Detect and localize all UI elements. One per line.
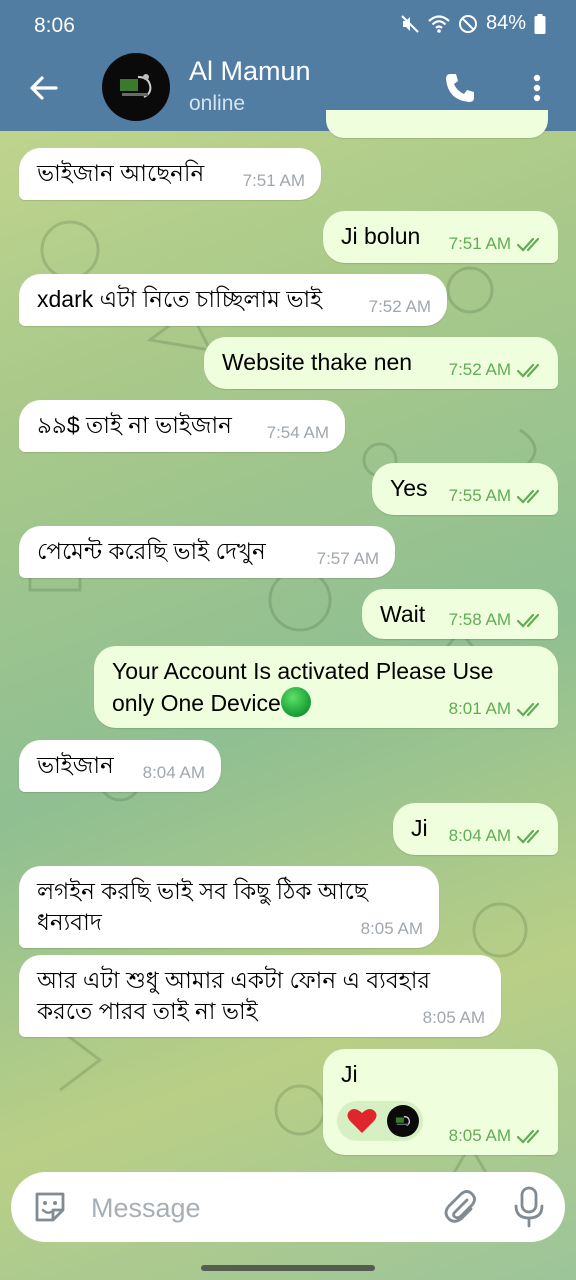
message-time: 8:01 AM xyxy=(448,699,511,718)
message-line: Your Account Is activated Please Use xyxy=(112,658,494,684)
message-input[interactable] xyxy=(91,1190,421,1226)
message-text: Website thake nen xyxy=(222,349,413,375)
message-time: 8:05 AM xyxy=(360,919,423,938)
message-bubble-incoming[interactable]: xdark এটা নিতে চাচ্ছিলাম ভাই 7:52 AM xyxy=(19,274,447,326)
status-icons: 84% xyxy=(400,12,546,35)
message-bubble-outgoing[interactable]: Ji bolun 7:51 AM xyxy=(323,211,558,263)
message-line: ধন্যবাদ xyxy=(37,909,102,935)
battery-icon xyxy=(534,13,546,34)
message-text: Yes xyxy=(390,475,428,501)
contact-avatar[interactable] xyxy=(102,53,170,121)
message-bubble-partial xyxy=(326,110,548,138)
double-check-icon xyxy=(516,702,540,717)
message-line: লগইন করছি ভাই সব কিছু ঠিক আছে xyxy=(37,878,368,904)
status-time: 8:06 xyxy=(34,14,75,37)
message-time: 7:51 AM xyxy=(242,171,305,190)
message-bubble-outgoing[interactable]: Wait 7:58 AM xyxy=(362,589,558,639)
do-not-disturb-icon xyxy=(458,14,477,33)
message-time: 7:54 AM xyxy=(266,423,329,442)
message-meta: 7:51 AM xyxy=(449,234,544,254)
double-check-icon xyxy=(516,237,540,252)
message-text: ভাইজান xyxy=(37,752,114,778)
message-bubble-outgoing[interactable]: Ji 8:04 AM xyxy=(393,803,558,855)
message-bubble-outgoing[interactable]: Website thake nen 7:52 AM xyxy=(204,337,558,389)
more-options-icon[interactable] xyxy=(527,70,547,106)
message-meta: 8:05 AM xyxy=(449,1126,544,1146)
message-time: 7:57 AM xyxy=(316,549,379,568)
message-time: 8:05 AM xyxy=(422,1008,485,1027)
avatar-logo-icon xyxy=(120,74,152,98)
back-arrow-icon[interactable] xyxy=(26,70,62,106)
message-text: আর এটা শুধু আমার একটা ফোন এ ব্যবহার করতে… xyxy=(37,965,430,1027)
status-bar: 8:06 84% xyxy=(0,0,576,50)
double-check-icon xyxy=(516,363,540,378)
message-time: 7:55 AM xyxy=(448,486,511,505)
message-text: Ji bolun xyxy=(341,223,421,249)
paperclip-icon[interactable] xyxy=(441,1188,479,1226)
message-line: only One Device xyxy=(112,690,281,716)
double-check-icon xyxy=(516,613,540,628)
heart-reaction-icon xyxy=(347,1108,377,1133)
double-check-icon xyxy=(516,1129,540,1144)
double-check-icon xyxy=(516,829,540,844)
contact-name[interactable]: Al Mamun xyxy=(189,56,311,87)
message-text: Wait xyxy=(380,601,426,627)
avatar-logo-icon xyxy=(395,1115,411,1127)
message-time: 7:52 AM xyxy=(368,297,431,316)
message-text: ভাইজান আছেননি xyxy=(37,160,205,186)
double-check-icon xyxy=(516,489,540,504)
message-line: করতে পারব তাই না ভাই xyxy=(37,998,258,1024)
message-time: 8:04 AM xyxy=(142,763,205,782)
message-time: 7:52 AM xyxy=(448,360,511,379)
message-meta: 7:52 AM xyxy=(449,360,544,380)
message-bubble-incoming[interactable]: পেমেন্ট করেছি ভাই দেখুন 7:57 AM xyxy=(19,526,395,578)
phone-call-icon[interactable] xyxy=(442,70,478,106)
wifi-icon xyxy=(428,14,450,33)
green-circle-emoji-icon xyxy=(280,687,311,717)
message-text: পেমেন্ট করেছি ভাই দেখুন xyxy=(37,538,266,564)
message-line: আর এটা শুধু আমার একটা ফোন এ ব্যবহার xyxy=(37,967,431,993)
message-meta: 8:04 AM xyxy=(449,826,544,846)
message-bubble-incoming[interactable]: ভাইজান 8:04 AM xyxy=(19,740,221,792)
message-text: Your Account Is activated Please Use onl… xyxy=(112,656,493,719)
sticker-icon[interactable] xyxy=(31,1188,69,1226)
message-bubble-incoming[interactable]: লগইন করছি ভাই সব কিছু ঠিক আছে ধন্যবাদ 8:… xyxy=(19,866,439,948)
microphone-icon[interactable] xyxy=(511,1186,547,1228)
message-meta: 7:58 AM xyxy=(449,610,544,630)
message-bubble-outgoing[interactable]: Your Account Is activated Please Use onl… xyxy=(94,646,558,728)
message-time: 8:05 AM xyxy=(448,1126,511,1145)
message-text: লগইন করছি ভাই সব কিছু ঠিক আছে ধন্যবাদ xyxy=(37,876,368,938)
battery-percent: 84% xyxy=(485,12,526,34)
message-bubble-incoming[interactable]: আর এটা শুধু আমার একটা ফোন এ ব্যবহার করতে… xyxy=(19,955,501,1037)
message-bubble-outgoing[interactable]: Ji 8:05 AM xyxy=(323,1049,558,1155)
home-indicator[interactable] xyxy=(201,1265,375,1271)
message-bubble-outgoing[interactable]: Yes 7:55 AM xyxy=(372,463,558,515)
contact-status: online xyxy=(189,92,246,115)
message-text: xdark এটা নিতে চাচ্ছিলাম ভাই xyxy=(37,286,323,312)
message-bubble-incoming[interactable]: ভাইজান আছেননি 7:51 AM xyxy=(19,148,321,200)
message-composer xyxy=(11,1172,565,1242)
message-bubble-incoming[interactable]: ৯৯$ তাই না ভাইজান 7:54 AM xyxy=(19,400,345,452)
message-time: 7:58 AM xyxy=(448,610,511,629)
message-meta: 8:01 AM xyxy=(449,699,544,719)
message-text: Ji xyxy=(411,815,428,841)
reactor-avatar xyxy=(387,1105,419,1137)
message-meta: 7:55 AM xyxy=(449,486,544,506)
message-time: 8:04 AM xyxy=(448,826,511,845)
message-text: ৯৯$ তাই না ভাইজান xyxy=(37,412,232,438)
message-time: 7:51 AM xyxy=(448,234,511,253)
message-text: Ji xyxy=(341,1061,358,1087)
mute-icon xyxy=(401,14,419,33)
message-reactions[interactable] xyxy=(337,1101,423,1141)
